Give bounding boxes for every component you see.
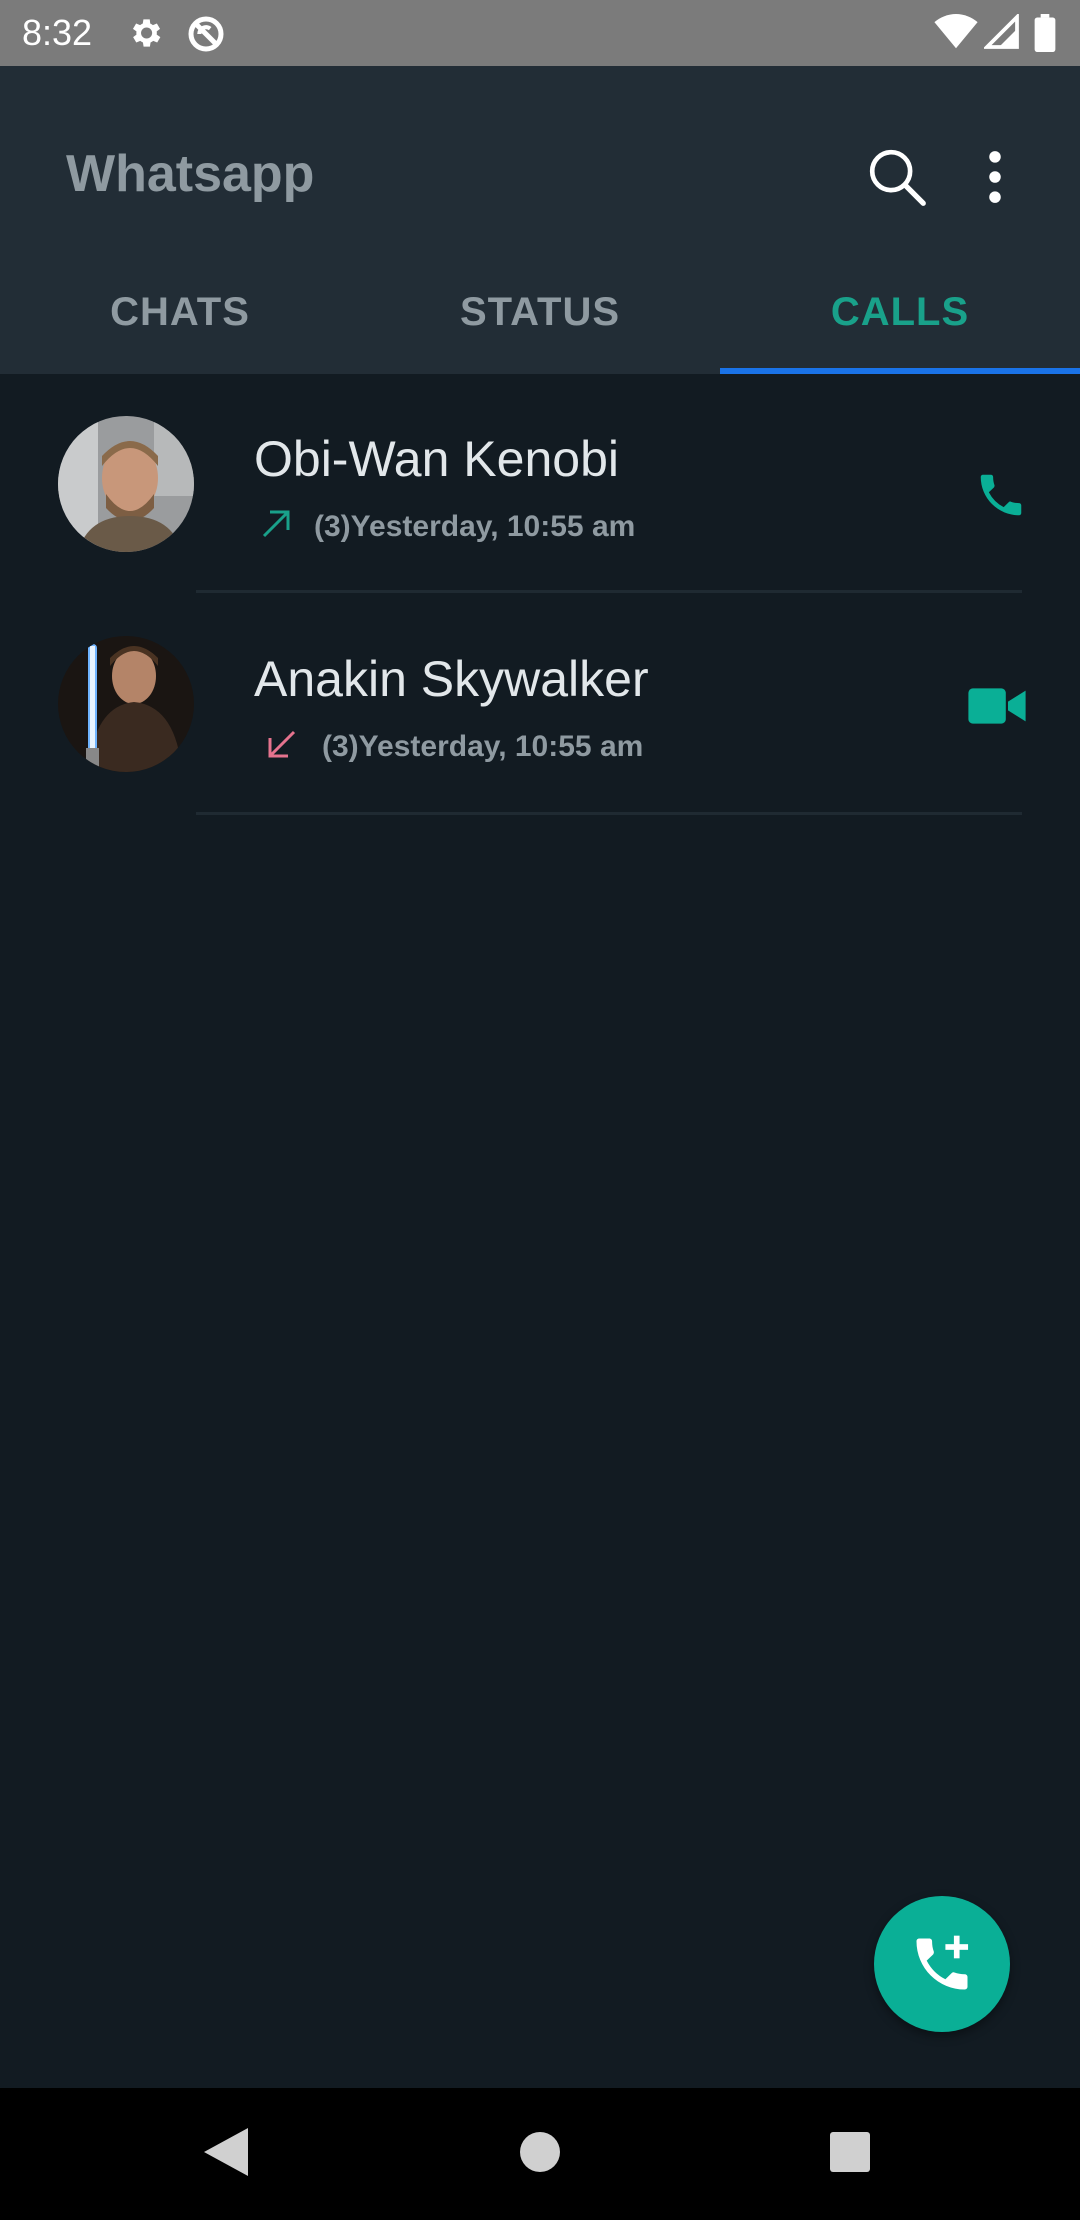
- divider: [196, 812, 1022, 815]
- overflow-menu-button[interactable]: [972, 142, 1018, 212]
- tab-status[interactable]: STATUS: [360, 274, 720, 374]
- more-vert-icon: [989, 151, 1001, 203]
- tab-label: CALLS: [830, 290, 970, 334]
- avatar[interactable]: [58, 636, 194, 772]
- call-row[interactable]: Anakin Skywalker (3)Yesterday, 10:55 am: [0, 594, 1080, 814]
- phone-icon: [980, 474, 1022, 516]
- home-button[interactable]: [518, 2128, 562, 2181]
- outgoing-arrow-icon: [262, 510, 290, 538]
- search-icon: [869, 149, 926, 206]
- navigation-bar: [0, 2088, 1080, 2220]
- divider: [196, 590, 1022, 593]
- avatar[interactable]: [58, 416, 194, 552]
- missed-arrow-icon: [268, 730, 296, 758]
- tab-chats[interactable]: CHATS: [0, 274, 360, 374]
- call-row[interactable]: Obi-Wan Kenobi (3)Yesterday, 10:55 am: [0, 374, 1080, 594]
- do-not-disturb-icon: [188, 16, 224, 52]
- call-timestamp: (3)Yesterday, 10:55 am: [322, 730, 644, 763]
- recents-square-icon: [830, 2132, 870, 2172]
- video-call-button[interactable]: [968, 684, 1026, 733]
- app-title: Whatsapp: [66, 145, 315, 203]
- add-call-icon: [916, 1935, 969, 1990]
- video-camera-icon: [968, 688, 1026, 724]
- home-circle-icon: [520, 2132, 560, 2172]
- contact-name: Anakin Skywalker: [254, 651, 649, 707]
- status-bar: 8:32: [0, 0, 1080, 66]
- voice-call-button[interactable]: [974, 468, 1028, 527]
- call-timestamp: (3)Yesterday, 10:55 am: [314, 510, 636, 543]
- back-triangle-icon: [204, 2128, 248, 2176]
- tab-label: STATUS: [459, 290, 621, 334]
- settings-icon: [132, 19, 161, 47]
- status-time: 8:32: [22, 12, 93, 53]
- tab-calls[interactable]: CALLS: [720, 274, 1080, 374]
- search-button[interactable]: [862, 142, 932, 212]
- recents-button[interactable]: [828, 2128, 872, 2181]
- app-bar: Whatsapp CHATS STATUS CALLS: [0, 66, 1080, 374]
- wifi-icon: [934, 14, 978, 49]
- tab-label: CHATS: [110, 290, 250, 334]
- battery-icon: [1034, 14, 1056, 52]
- contact-name: Obi-Wan Kenobi: [254, 431, 619, 487]
- cellular-signal-icon: [984, 14, 1019, 49]
- new-call-fab[interactable]: [874, 1896, 1010, 2032]
- back-button[interactable]: [204, 2128, 248, 2181]
